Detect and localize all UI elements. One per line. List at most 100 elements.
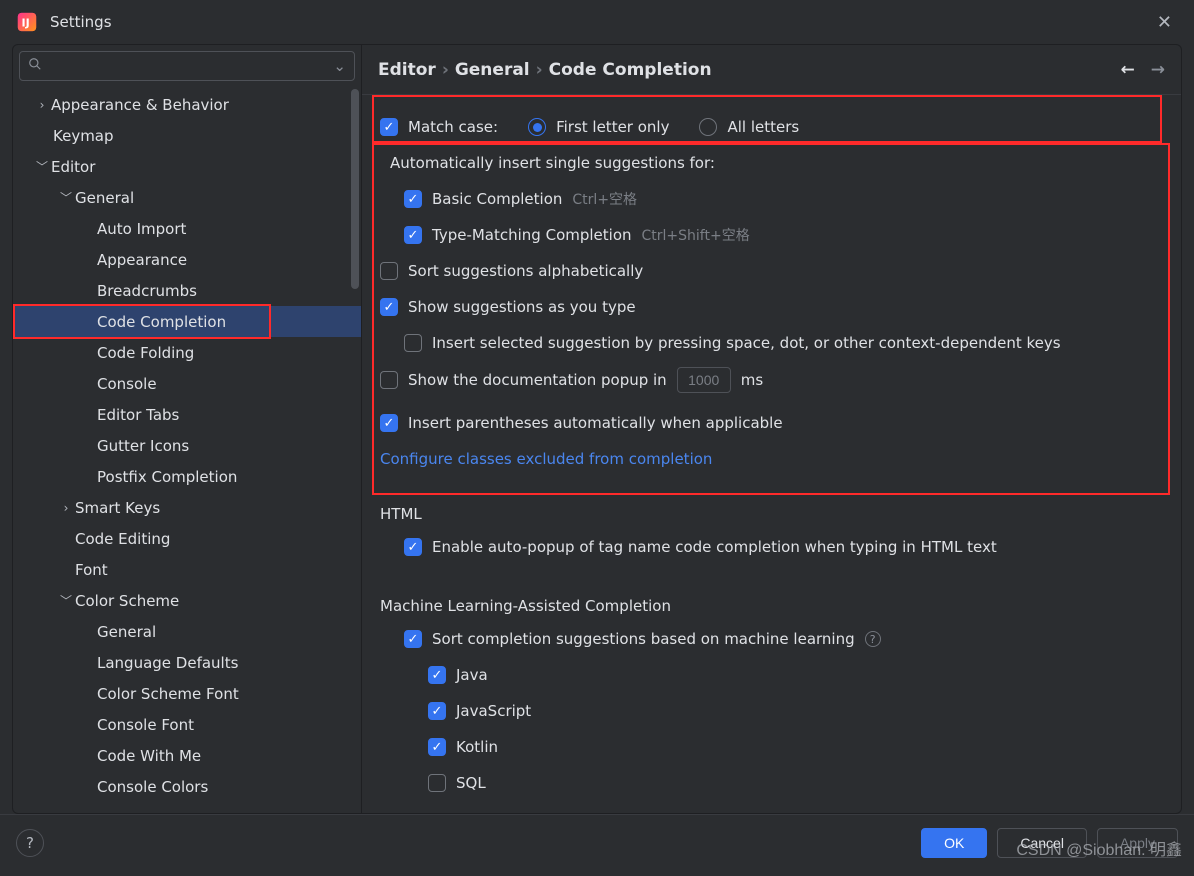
tree-item-editor[interactable]: ﹀Editor [13, 151, 361, 182]
doc-popup-delay-input[interactable] [677, 367, 731, 393]
ml-java-row: Java [362, 657, 1181, 693]
tree-item-keymap[interactable]: Keymap [13, 120, 361, 151]
all-letters-label[interactable]: All letters [727, 118, 799, 136]
match-case-checkbox[interactable] [380, 118, 398, 136]
chevron-down-icon[interactable]: ﹀ [57, 189, 75, 206]
insert-parens-checkbox[interactable] [380, 414, 398, 432]
chevron-right-icon: › [442, 60, 449, 80]
chevron-down-icon[interactable]: ﹀ [57, 592, 75, 609]
tree-item-label: Appearance & Behavior [51, 96, 229, 114]
tree-item-label: Breadcrumbs [97, 282, 197, 300]
tree-item-label: Color Scheme Font [97, 685, 239, 703]
tree-item-general[interactable]: General [13, 616, 361, 647]
tree-item-code-folding[interactable]: Code Folding [13, 337, 361, 368]
tree-item-smart-keys[interactable]: ›Smart Keys [13, 492, 361, 523]
tree-item-language-defaults[interactable]: Language Defaults [13, 647, 361, 678]
dialog-footer: ? OK Cancel Apply [0, 814, 1194, 870]
ml-java-checkbox[interactable] [428, 666, 446, 684]
search-field[interactable] [48, 58, 333, 74]
tree-item-color-scheme[interactable]: ﹀Color Scheme [13, 585, 361, 616]
settings-main: Editor › General › Code Completion ← → 区… [362, 44, 1182, 814]
tree-item-console-colors[interactable]: Console Colors [13, 771, 361, 802]
chevron-right-icon[interactable]: › [57, 501, 75, 515]
show-as-type-row: Show suggestions as you type [362, 289, 1181, 325]
tree-item-auto-import[interactable]: Auto Import [13, 213, 361, 244]
ml-js-checkbox[interactable] [428, 702, 446, 720]
show-as-type-checkbox[interactable] [380, 298, 398, 316]
all-letters-radio[interactable] [699, 118, 717, 136]
tree-item-label: Keymap [53, 127, 114, 145]
scrollbar[interactable] [351, 89, 359, 289]
auto-insert-header: Automatically insert single suggestions … [362, 145, 1181, 181]
ml-sql-row: SQL [362, 765, 1181, 801]
tree-item-editor-tabs[interactable]: Editor Tabs [13, 399, 361, 430]
tree-item-label: Code With Me [97, 747, 201, 765]
tree-item-label: Console Font [97, 716, 194, 734]
tree-item-console[interactable]: Console [13, 368, 361, 399]
crumb-2[interactable]: Code Completion [549, 60, 712, 80]
window-title: Settings [50, 13, 112, 31]
tree-item-label: Gutter Icons [97, 437, 189, 455]
configure-classes-link[interactable]: Configure classes excluded from completi… [380, 450, 712, 468]
tree-item-label: Appearance [97, 251, 187, 269]
svg-text:IJ: IJ [22, 17, 30, 30]
chevron-down-icon[interactable]: ﹀ [33, 158, 51, 175]
ok-button[interactable]: OK [921, 828, 987, 858]
tree-item-appearance[interactable]: Appearance [13, 244, 361, 275]
app-icon: IJ [16, 11, 38, 33]
first-letter-radio[interactable] [528, 118, 546, 136]
insert-by-space-checkbox[interactable] [404, 334, 422, 352]
tree-item-font[interactable]: Font [13, 554, 361, 585]
tree-item-breadcrumbs[interactable]: Breadcrumbs [13, 275, 361, 306]
tree-item-label: Code Folding [97, 344, 194, 362]
ml-kotlin-checkbox[interactable] [428, 738, 446, 756]
tree-item-color-scheme-font[interactable]: Color Scheme Font [13, 678, 361, 709]
tree-item-postfix-completion[interactable]: Postfix Completion [13, 461, 361, 492]
insert-by-space-row: Insert selected suggestion by pressing s… [362, 325, 1181, 361]
ml-section-header: Machine Learning-Assisted Completion [362, 583, 1181, 621]
doc-popup-row: Show the documentation popup in ms [362, 361, 1181, 399]
tree-item-code-with-me[interactable]: Code With Me [13, 740, 361, 771]
watermark: CSDN @Siobhan. 明鑫 [1016, 836, 1182, 860]
ml-sort-checkbox[interactable] [404, 630, 422, 648]
filter-icon[interactable]: ⌄ [333, 57, 346, 75]
sort-alpha-checkbox[interactable] [380, 262, 398, 280]
ml-sql-checkbox[interactable] [428, 774, 446, 792]
tree-item-label: Code Completion [97, 313, 226, 331]
tree-item-label: Font [75, 561, 108, 579]
doc-popup-checkbox[interactable] [380, 371, 398, 389]
settings-content: 区分大小写 Match case: First letter only All … [362, 95, 1181, 813]
tree-item-appearance-behavior[interactable]: ›Appearance & Behavior [13, 89, 361, 120]
tree-item-label: Console [97, 375, 157, 393]
chevron-right-icon[interactable]: › [33, 98, 51, 112]
first-letter-label[interactable]: First letter only [556, 118, 669, 136]
html-enable-checkbox[interactable] [404, 538, 422, 556]
html-section-header: HTML [362, 491, 1181, 529]
tree-item-general[interactable]: ﹀General [13, 182, 361, 213]
type-matching-checkbox[interactable] [404, 226, 422, 244]
titlebar: IJ Settings ✕ [0, 0, 1194, 44]
search-input[interactable]: ⌄ [19, 51, 355, 81]
chevron-right-icon: › [536, 60, 543, 80]
help-icon[interactable]: ? [865, 631, 881, 647]
crumb-1[interactable]: General [455, 60, 530, 80]
basic-completion-row: Basic Completion Ctrl+空格 [362, 181, 1181, 217]
close-icon[interactable]: ✕ [1151, 6, 1178, 39]
ml-js-row: JavaScript [362, 693, 1181, 729]
help-button[interactable]: ? [16, 829, 44, 857]
html-enable-row: Enable auto-popup of tag name code compl… [362, 529, 1181, 565]
type-matching-row: Type-Matching Completion Ctrl+Shift+空格 [362, 217, 1181, 253]
nav-back-icon[interactable]: ← [1121, 60, 1135, 80]
basic-completion-checkbox[interactable] [404, 190, 422, 208]
tree-item-console-font[interactable]: Console Font [13, 709, 361, 740]
tree-item-label: Editor Tabs [97, 406, 179, 424]
settings-tree: ›Appearance & BehaviorKeymap﹀Editor﹀Gene… [13, 85, 361, 813]
crumb-0[interactable]: Editor [378, 60, 436, 80]
tree-item-code-completion[interactable]: Code Completion [13, 306, 361, 337]
insert-parens-row: Insert parentheses automatically when ap… [362, 405, 1181, 441]
tree-item-label: Color Scheme [75, 592, 179, 610]
ml-kotlin-row: Kotlin [362, 729, 1181, 765]
tree-item-label: Postfix Completion [97, 468, 237, 486]
tree-item-code-editing[interactable]: Code Editing [13, 523, 361, 554]
tree-item-gutter-icons[interactable]: Gutter Icons [13, 430, 361, 461]
